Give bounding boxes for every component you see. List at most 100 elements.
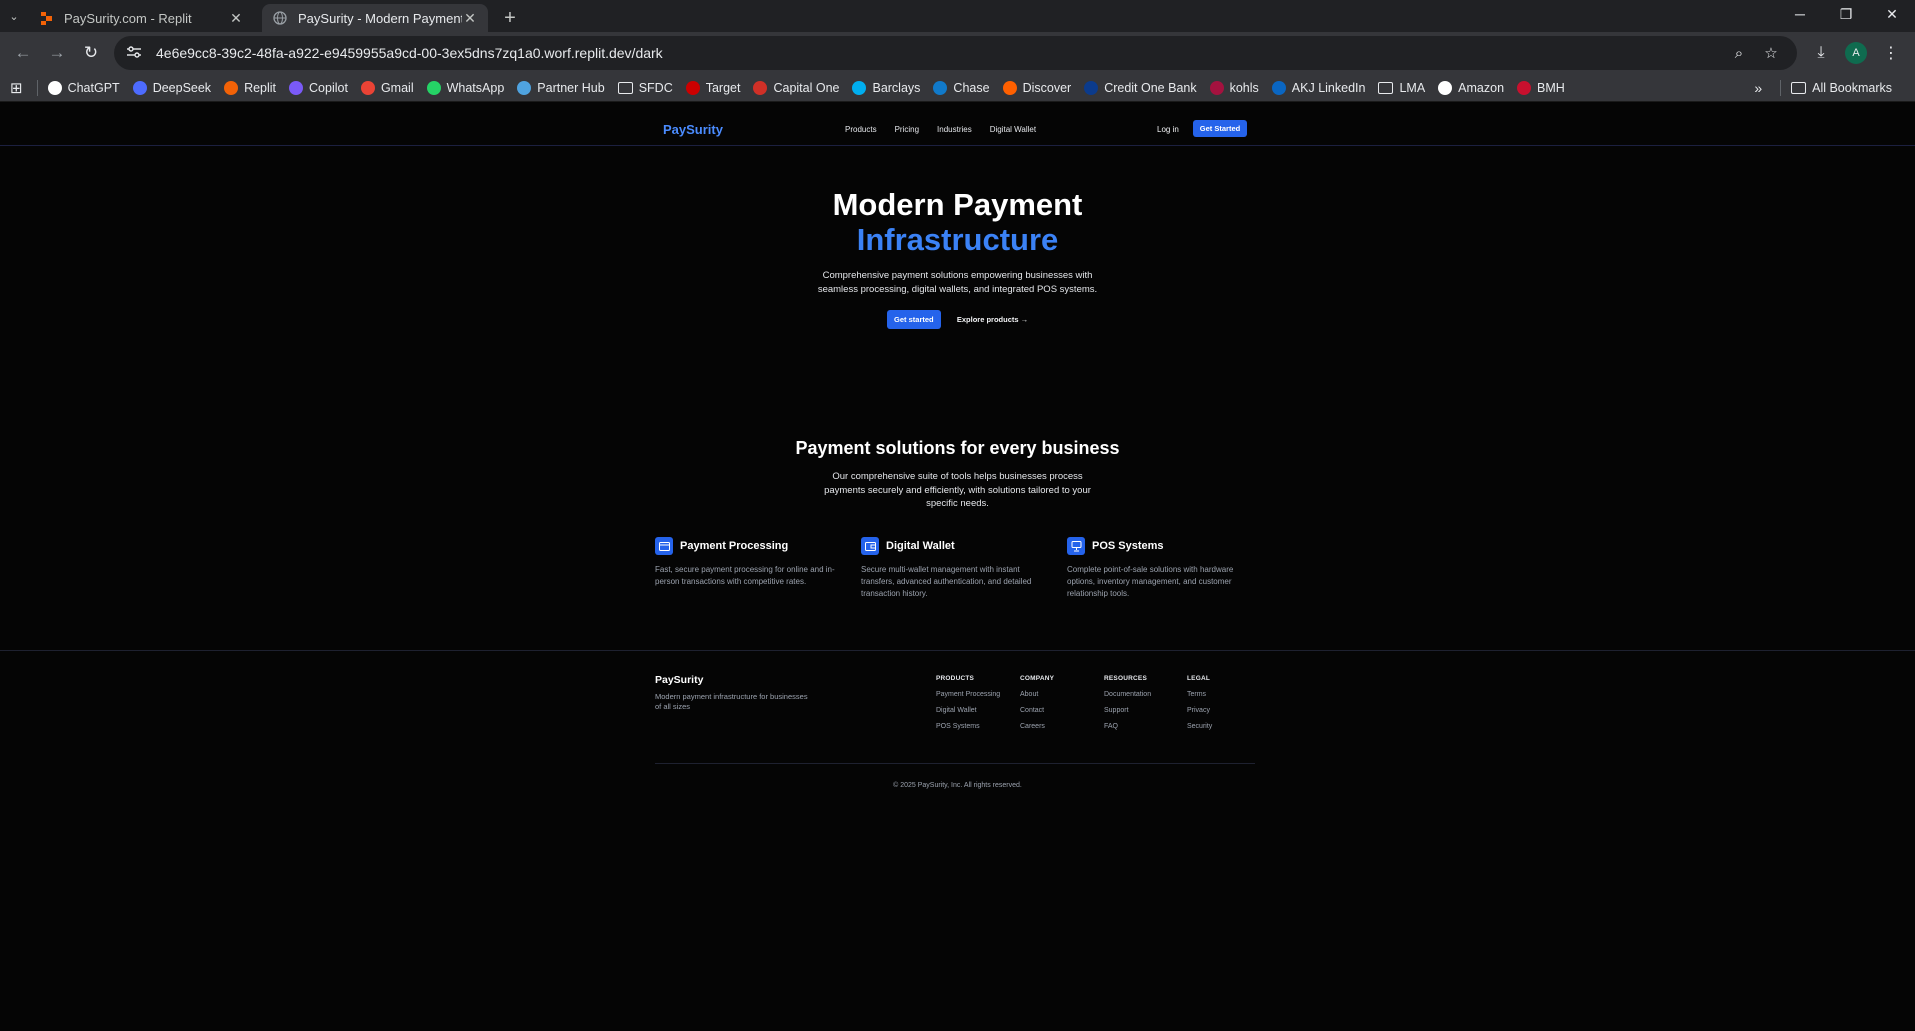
bookmark-kohls[interactable]: kohls <box>1209 80 1259 95</box>
site-header: PaySurity Products Pricing Industries Di… <box>0 113 1915 146</box>
close-tab-icon[interactable]: ✕ <box>228 10 244 27</box>
bookmark-partner-hub[interactable]: Partner Hub <box>517 80 605 95</box>
nav-pricing[interactable]: Pricing <box>895 125 919 134</box>
feature-title: Payment Processing <box>680 540 789 552</box>
bookmark-label: kohls <box>1229 80 1259 95</box>
minimize-icon[interactable]: ─ <box>1777 0 1823 28</box>
bookmark-favicon-icon <box>360 80 375 95</box>
bookmark-star-icon[interactable]: ☆ <box>1755 44 1787 62</box>
bookmark-label: Discover <box>1022 80 1072 95</box>
feature-description: Secure multi-wallet management with inst… <box>861 565 1032 598</box>
site-logo[interactable]: PaySurity <box>663 122 723 137</box>
nav-industries[interactable]: Industries <box>937 125 972 134</box>
footer-link[interactable]: Terms <box>1187 691 1212 698</box>
bookmark-amazon[interactable]: Amazon <box>1438 80 1504 95</box>
get-started-nav-button[interactable]: Get Started <box>1193 120 1247 137</box>
back-icon[interactable]: ← <box>6 36 40 70</box>
feature-payment-processing: Payment Processing Fast, secure payment … <box>655 537 861 600</box>
browser-tab-paysurity[interactable]: PaySurity - Modern Payment Inf ✕ <box>262 4 488 32</box>
footer-link[interactable]: FAQ <box>1104 723 1151 730</box>
bookmark-whatsapp[interactable]: WhatsApp <box>426 80 505 95</box>
bookmark-gmail[interactable]: Gmail <box>360 80 414 95</box>
solutions-subtitle: Our comprehensive suite of tools helps b… <box>824 471 1091 509</box>
address-bar[interactable]: 4e6e9cc8-39c2-48fa-a922-e9459955a9cd-00-… <box>114 36 1797 70</box>
footer-logo[interactable]: PaySurity <box>655 674 815 686</box>
solutions-section: Payment solutions for every business Our… <box>0 438 1915 511</box>
footer-heading: RESOURCES <box>1104 675 1147 682</box>
bookmark-label: WhatsApp <box>446 80 505 95</box>
footer-brand: PaySurity Modern payment infrastructure … <box>655 674 815 712</box>
bookmark-akj-linkedin[interactable]: AKJ LinkedIn <box>1271 80 1365 95</box>
login-link[interactable]: Log in <box>1157 125 1179 134</box>
bookmark-label: BMH <box>1537 80 1565 95</box>
apps-grid-icon[interactable]: ⊞ <box>10 79 23 97</box>
footer-link[interactable]: Documentation <box>1104 691 1151 698</box>
footer-link[interactable]: Careers <box>1020 723 1054 730</box>
feature-digital-wallet: Digital Wallet Secure multi-wallet manag… <box>861 537 1067 600</box>
footer-link[interactable]: Security <box>1187 723 1212 730</box>
restore-icon[interactable]: ❐ <box>1823 0 1869 28</box>
bookmark-favicon-icon <box>685 80 700 95</box>
bookmark-chase[interactable]: Chase <box>933 80 990 95</box>
bookmark-capital-one[interactable]: Capital One <box>753 80 839 95</box>
bookmark-label: Credit One Bank <box>1104 80 1197 95</box>
hero-title: Modern Payment Infrastructure <box>0 187 1915 257</box>
bookmark-deepseek[interactable]: DeepSeek <box>132 80 211 95</box>
site-info-icon[interactable] <box>126 45 148 62</box>
browser-tab-replit[interactable]: PaySurity.com - Replit ✕ <box>28 4 254 32</box>
bookmark-chatgpt[interactable]: ChatGPT <box>47 80 120 95</box>
bookmark-discover[interactable]: Discover <box>1002 80 1072 95</box>
bookmark-favicon-icon <box>426 80 441 95</box>
more-bookmarks-icon[interactable]: » <box>1754 80 1762 96</box>
feature-title: POS Systems <box>1092 540 1164 552</box>
solutions-title: Payment solutions for every business <box>795 438 1120 458</box>
menu-kebab-icon[interactable]: ⋮ <box>1873 36 1909 70</box>
bookmark-credit-one-bank[interactable]: Credit One Bank <box>1084 80 1197 95</box>
hero-section: Modern Payment Infrastructure Comprehens… <box>0 147 1915 329</box>
tab-strip: ⌄ PaySurity.com - Replit ✕ PaySurity - M… <box>0 0 1915 32</box>
bookmark-lma[interactable]: LMA <box>1378 81 1425 95</box>
nav-digital-wallet[interactable]: Digital Wallet <box>990 125 1036 134</box>
profile-avatar[interactable]: A <box>1845 42 1867 64</box>
url-text[interactable]: 4e6e9cc8-39c2-48fa-a922-e9459955a9cd-00-… <box>156 45 1723 61</box>
bookmark-replit[interactable]: Replit <box>224 80 276 95</box>
bookmark-favicon-icon <box>289 80 304 95</box>
forward-icon[interactable]: → <box>40 36 74 70</box>
bookmark-favicon-icon <box>933 80 948 95</box>
folder-icon <box>617 81 633 94</box>
bookmark-copilot[interactable]: Copilot <box>289 80 348 95</box>
download-icon[interactable]: ⤓ <box>1803 36 1839 70</box>
footer-link[interactable]: About <box>1020 691 1054 698</box>
reload-icon[interactable]: ↻ <box>74 36 108 70</box>
close-tab-icon[interactable]: ✕ <box>462 10 478 27</box>
close-window-icon[interactable]: ✕ <box>1869 0 1915 28</box>
window-controls: ─ ❐ ✕ <box>1777 0 1915 28</box>
feature-pos-systems: POS Systems Complete point-of-sale solut… <box>1067 537 1273 600</box>
bookmark-favicon-icon <box>1438 80 1453 95</box>
all-bookmarks-button[interactable]: All Bookmarks <box>1791 81 1892 95</box>
footer-link[interactable]: Contact <box>1020 707 1054 714</box>
tab-search-chevron-icon[interactable]: ⌄ <box>0 0 28 32</box>
nav-products[interactable]: Products <box>845 125 877 134</box>
web-page: PaySurity Products Pricing Industries Di… <box>0 113 1915 1031</box>
bookmarks-list: ChatGPT DeepSeek Replit Copilot Gmail WhatsAp… <box>47 80 1578 95</box>
footer-link[interactable]: POS Systems <box>936 723 1000 730</box>
bookmark-barclays[interactable]: Barclays <box>852 80 921 95</box>
browser-toolbar: ← → ↻ 4e6e9cc8-39c2-48fa-a922-e9459955a9… <box>0 32 1915 74</box>
get-started-button[interactable]: Get started <box>886 310 941 329</box>
bookmark-bmh[interactable]: BMH <box>1517 80 1565 95</box>
footer-link[interactable]: Support <box>1104 707 1151 714</box>
bookmark-sfdc[interactable]: SFDC <box>617 80 673 95</box>
feature-description: Complete point-of-sale solutions with ha… <box>1067 565 1234 598</box>
bookmark-label: Barclays <box>872 80 921 95</box>
zoom-icon[interactable]: ⌕ <box>1723 45 1755 62</box>
footer-link[interactable]: Digital Wallet <box>936 707 1000 714</box>
bookmark-favicon-icon <box>1084 80 1099 95</box>
new-tab-icon[interactable]: + <box>496 4 524 32</box>
feature-title: Digital Wallet <box>886 540 955 552</box>
footer-link[interactable]: Payment Processing <box>936 691 1000 698</box>
explore-products-link[interactable]: Explore products → <box>957 315 1028 324</box>
bookmark-target[interactable]: Target <box>685 80 740 95</box>
footer-link[interactable]: Privacy <box>1187 707 1212 714</box>
bookmark-label: SFDC <box>638 80 673 95</box>
